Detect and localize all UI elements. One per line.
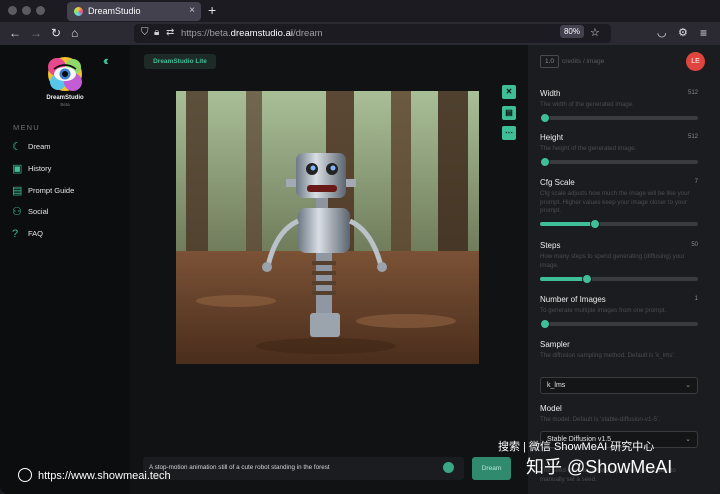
sidebar-item-label: FAQ bbox=[28, 229, 44, 238]
close-tab-icon[interactable]: × bbox=[189, 5, 195, 16]
prompt-guide-icon: ▤ bbox=[12, 185, 23, 197]
dreamstudio-lite-button[interactable]: DreamStudio Lite bbox=[144, 54, 216, 69]
sidebar-item-faq[interactable]: ? FAQ bbox=[12, 227, 122, 241]
sidebar-item-label: Prompt Guide bbox=[28, 186, 75, 195]
watermark-line-2: 知乎 @ShowMeAI bbox=[526, 457, 673, 477]
showmeai-watermark: 搜索 | 微信 ShowMeAI 研究中心 知乎 @ShowMeAI bbox=[490, 438, 710, 478]
setting-value: 7 bbox=[694, 179, 698, 185]
sidebar-item-history[interactable]: ▣ History bbox=[12, 162, 122, 176]
lock-icon[interactable]: 🔒︎ bbox=[154, 26, 159, 40]
new-tab-icon[interactable]: + bbox=[208, 2, 216, 19]
setting-title: Model bbox=[540, 404, 562, 413]
setting-title: Cfg Scale bbox=[540, 178, 575, 187]
sampler-value: k_lms bbox=[547, 382, 566, 389]
setting-description: Cfg scale adjusts how much the image wil… bbox=[540, 190, 690, 215]
sidebar-item-prompt-guide[interactable]: ▤ Prompt Guide bbox=[12, 184, 122, 198]
address-bar[interactable]: ⛉ 🔒︎ ⇄ https://beta.dreamstudio.ai/dream bbox=[134, 24, 611, 43]
social-icon: ⚇ bbox=[12, 206, 22, 218]
watermark-url: https://www.showmeai.tech bbox=[18, 468, 171, 482]
prompt-input[interactable]: A stop-motion animation still of a cute … bbox=[143, 457, 464, 480]
setting-description: The height of the generated image. bbox=[540, 145, 637, 152]
pocket-icon[interactable]: ◡ bbox=[657, 26, 667, 40]
credits-display: 1.0 credits / image bbox=[540, 55, 604, 68]
prompt-text: A stop-motion animation still of a cute … bbox=[149, 464, 330, 471]
setting-value: 1 bbox=[694, 296, 698, 302]
setting-title: Number of Images bbox=[540, 295, 606, 304]
browser-window: DreamStudio × + ← → ↻ ⌂ ⛉ 🔒︎ ⇄ https://b… bbox=[0, 0, 720, 494]
prompt-status-icon bbox=[443, 462, 454, 473]
number-of-images-slider[interactable] bbox=[540, 319, 698, 329]
credits-value: 1.0 bbox=[540, 55, 559, 68]
menu-heading: MENU bbox=[13, 123, 40, 132]
setting-description: The model. Default is 'stable-diffusion-… bbox=[540, 416, 660, 423]
setting-title: Width bbox=[540, 89, 561, 98]
sidebar-item-social[interactable]: ⚇ Social bbox=[12, 205, 122, 219]
slider-knob[interactable] bbox=[540, 157, 550, 167]
home-icon[interactable]: ⌂ bbox=[71, 26, 78, 40]
showmeai-logo-icon bbox=[18, 468, 32, 482]
more-options-icon[interactable]: ⋯ bbox=[502, 126, 516, 140]
setting-title: Steps bbox=[540, 241, 561, 250]
zoom-level[interactable]: 80% bbox=[560, 25, 584, 38]
reload-icon[interactable]: ↻ bbox=[51, 26, 61, 40]
steps-slider[interactable] bbox=[540, 274, 698, 284]
navigation-bar: ← → ↻ ⌂ ⛉ 🔒︎ ⇄ https://beta.dreamstudio.… bbox=[0, 22, 720, 45]
close-window-button[interactable] bbox=[8, 6, 17, 15]
slider-knob[interactable] bbox=[540, 319, 550, 329]
generated-image[interactable] bbox=[176, 91, 479, 364]
slider-knob[interactable] bbox=[540, 113, 550, 123]
zoom-window-button[interactable] bbox=[36, 6, 45, 15]
setting-description: The width of the generated image. bbox=[540, 101, 634, 108]
setting-description: How many steps to spend generating (diff… bbox=[540, 253, 685, 269]
sidebar-item-label: History bbox=[28, 164, 52, 173]
history-icon: ▣ bbox=[12, 163, 23, 175]
tab-bar: DreamStudio × + bbox=[0, 0, 720, 22]
tab-title: DreamStudio bbox=[88, 6, 141, 16]
height-slider[interactable] bbox=[540, 157, 698, 167]
width-slider[interactable] bbox=[540, 113, 698, 123]
url-text: https://beta.dreamstudio.ai/dream bbox=[181, 28, 323, 39]
sidebar-item-dream[interactable]: ☾ Dream bbox=[12, 140, 122, 154]
close-image-icon[interactable]: ✕ bbox=[502, 85, 516, 99]
back-icon[interactable]: ← bbox=[9, 26, 21, 40]
user-avatar[interactable]: LE bbox=[686, 52, 705, 71]
logo-name: DreamStudio bbox=[46, 95, 84, 101]
shield-icon[interactable]: ⛉ bbox=[141, 26, 149, 40]
tab-dreamstudio[interactable]: DreamStudio × bbox=[67, 2, 201, 21]
dreamstudio-favicon-icon bbox=[74, 7, 83, 16]
sidebar-item-label: Social bbox=[28, 207, 49, 216]
logo-subtitle: Beta bbox=[60, 102, 70, 107]
bookmark-star-icon[interactable]: ☆ bbox=[590, 26, 600, 40]
dreamstudio-logo-icon bbox=[48, 57, 82, 91]
forward-icon[interactable]: → bbox=[30, 26, 42, 40]
faq-icon: ? bbox=[12, 228, 19, 240]
menu-icon[interactable]: ≡ bbox=[700, 26, 707, 40]
sampler-select[interactable]: k_lms ⌄ bbox=[540, 377, 698, 394]
sidebar: DreamStudio Beta ‹‹ MENU ☾ Dream ▣ Histo… bbox=[0, 45, 130, 494]
setting-description: The diffusion sampling method. Default i… bbox=[540, 352, 676, 359]
download-image-icon[interactable]: ▤ bbox=[502, 106, 516, 120]
sidebar-item-label: Dream bbox=[28, 142, 51, 151]
dreamstudio-page: DreamStudio Beta ‹‹ MENU ☾ Dream ▣ Histo… bbox=[0, 45, 720, 494]
minimize-window-button[interactable] bbox=[22, 6, 31, 15]
cfg-scale-slider[interactable] bbox=[540, 219, 698, 229]
setting-value: 512 bbox=[687, 90, 698, 96]
collapse-sidebar-icon[interactable]: ‹‹ bbox=[103, 53, 108, 68]
setting-value: 512 bbox=[687, 134, 698, 140]
watermark-line-1: 搜索 | 微信 ShowMeAI 研究中心 bbox=[498, 441, 655, 453]
setting-description: To generate multiple images from one pro… bbox=[540, 307, 667, 314]
setting-value: 50 bbox=[691, 242, 698, 248]
setting-title: Sampler bbox=[540, 340, 570, 349]
settings-gear-icon[interactable]: ⚙ bbox=[678, 26, 688, 40]
chevron-down-icon: ⌄ bbox=[685, 382, 691, 389]
permissions-icon[interactable]: ⇄ bbox=[166, 26, 174, 40]
setting-title: Height bbox=[540, 133, 564, 142]
dream-icon: ☾ bbox=[12, 141, 22, 153]
